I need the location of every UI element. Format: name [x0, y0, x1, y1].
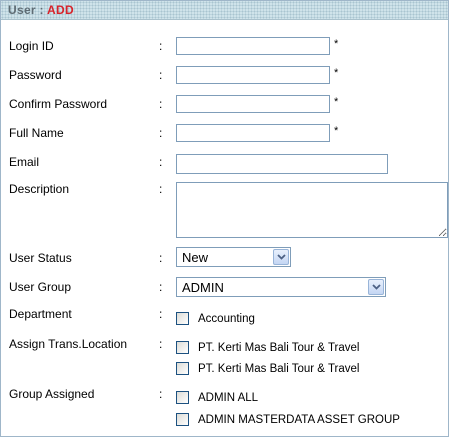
full-name-input[interactable] [176, 124, 330, 142]
group-assigned-label: Group Assigned [9, 387, 95, 401]
email-label: Email [9, 155, 40, 169]
assign-location-checkbox[interactable] [176, 341, 189, 354]
group-assigned-option-label: ADMIN MASTERDATA ASSET GROUP [198, 414, 400, 426]
user-group-colon: : [159, 280, 163, 294]
assign-location-colon: : [159, 337, 163, 351]
group-assigned-option-label: ADMIN ALL [198, 392, 259, 404]
login-id-colon: : [159, 39, 163, 53]
form-title: User : ADD [8, 3, 74, 17]
assign-location-label: Assign Trans.Location [9, 337, 128, 351]
full-name-label: Full Name [9, 126, 64, 140]
user-add-form: User : ADD Login ID : * Password : * Con… [0, 0, 449, 437]
department-colon: : [159, 307, 163, 321]
user-status-colon: : [159, 251, 163, 265]
user-status-label: User Status [9, 251, 72, 265]
confirm-password-required-mark: * [334, 96, 339, 108]
department-label: Department [9, 307, 72, 321]
description-label: Description [9, 182, 70, 196]
assign-location-checkbox[interactable] [176, 362, 189, 375]
password-input[interactable] [176, 66, 330, 84]
user-status-select[interactable]: New [176, 247, 291, 267]
email-colon: : [159, 155, 163, 169]
assign-location-option-label: PT. Kerti Mas Bali Tour & Travel [198, 363, 360, 375]
user-group-selected-value: ADMIN [182, 280, 224, 295]
department-checkbox[interactable] [176, 312, 189, 325]
form-header: User : ADD [1, 1, 448, 20]
user-status-selected-value: New [182, 250, 209, 265]
full-name-required-mark: * [334, 125, 339, 137]
form-title-prefix: User : [8, 3, 48, 17]
group-assigned-checkbox[interactable] [176, 391, 189, 404]
password-colon: : [159, 68, 163, 82]
login-id-label: Login ID [9, 39, 54, 53]
login-id-required-mark: * [334, 38, 339, 50]
password-label: Password [9, 68, 62, 82]
user-group-label: User Group [9, 280, 72, 294]
group-assigned-colon: : [159, 387, 163, 401]
full-name-colon: : [159, 126, 163, 140]
confirm-password-label: Confirm Password [9, 97, 108, 111]
email-input[interactable] [176, 154, 388, 174]
description-textarea[interactable] [176, 182, 448, 238]
user-group-select[interactable]: ADMIN [176, 277, 386, 297]
form-title-action: ADD [47, 3, 74, 17]
assign-location-option-label: PT. Kerti Mas Bali Tour & Travel [198, 342, 360, 354]
chevron-down-icon[interactable] [273, 249, 289, 265]
confirm-password-input[interactable] [176, 95, 330, 113]
department-option-label: Accounting [198, 313, 255, 325]
chevron-down-icon[interactable] [368, 279, 384, 295]
login-id-input[interactable] [176, 37, 330, 55]
description-colon: : [159, 182, 163, 196]
confirm-password-colon: : [159, 97, 163, 111]
password-required-mark: * [334, 67, 339, 79]
group-assigned-checkbox[interactable] [176, 413, 189, 426]
